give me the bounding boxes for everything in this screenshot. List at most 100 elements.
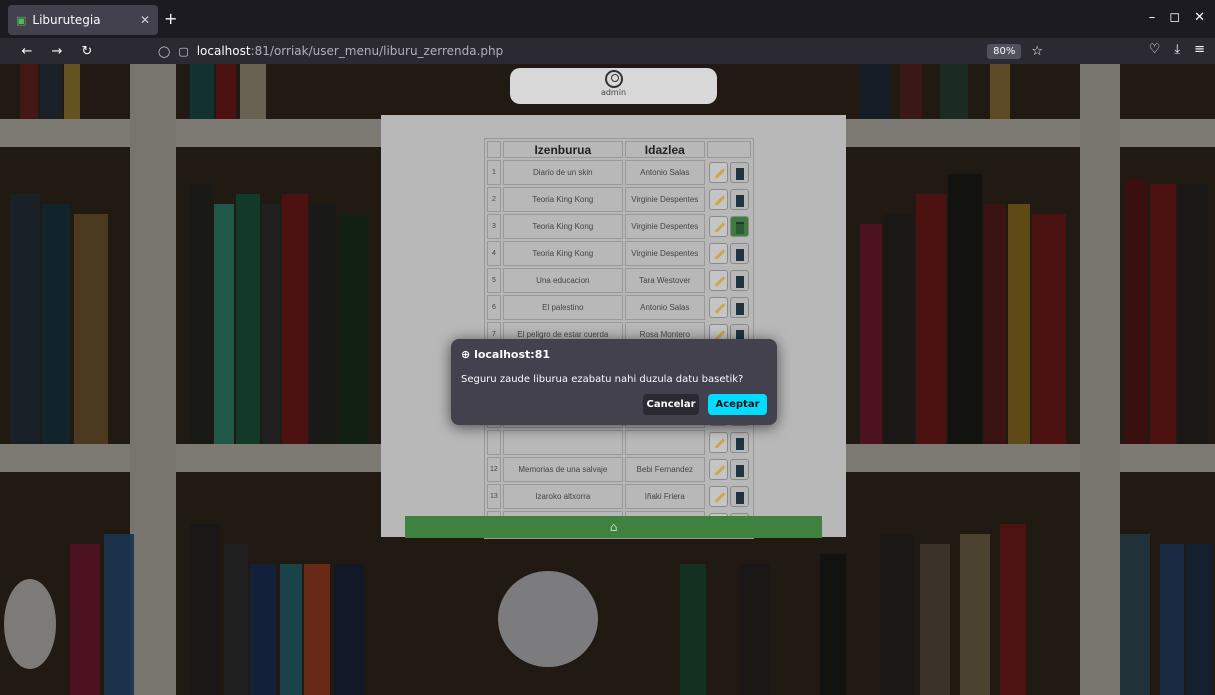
edit-pencil-icon[interactable] — [708, 270, 728, 291]
tab-title: Liburutegia — [32, 13, 101, 27]
reload-icon[interactable]: ↻ — [76, 44, 98, 59]
row-actions — [707, 187, 751, 212]
delete-trash-icon[interactable] — [729, 486, 749, 507]
delete-trash-icon[interactable] — [729, 432, 749, 453]
table-row: 2 Teoria King Kong Virginie Despentes — [487, 187, 751, 212]
delete-trash-icon[interactable] — [729, 162, 749, 183]
row-actions — [707, 295, 751, 320]
home-button[interactable]: ⌂ — [405, 516, 822, 538]
zoom-badge[interactable]: 80% — [987, 43, 1022, 59]
row-actions — [707, 160, 751, 185]
edit-pencil-icon[interactable] — [708, 459, 728, 480]
book-title: Teoria King Kong — [502, 241, 623, 266]
book-author: Iñaki Friera — [624, 484, 705, 509]
header-author: Idazlea — [624, 141, 705, 158]
book-list-panel: Izenburua Idazlea 1 Diario de un skin An… — [381, 115, 846, 539]
row-number: 12 — [487, 457, 501, 482]
delete-trash-icon[interactable] — [729, 297, 749, 318]
table-row: 4 Teoria King Kong Virginie Despentes — [487, 241, 751, 266]
shield-icon[interactable]: ◯ — [158, 45, 170, 58]
home-icon: ⌂ — [609, 520, 618, 534]
book-title: Memorias de una salvaje — [502, 457, 623, 482]
edit-pencil-icon[interactable] — [708, 432, 728, 453]
edit-pencil-icon[interactable] — [708, 486, 728, 507]
book-title: El palestino — [502, 295, 623, 320]
row-actions — [707, 484, 751, 509]
minimize-icon[interactable]: – — [1149, 10, 1156, 25]
row-actions — [707, 268, 751, 293]
url-bar[interactable]: ◯ ▢ localhost:81/orriak/user_menu/liburu… — [148, 40, 1053, 62]
edit-pencil-icon[interactable] — [708, 162, 728, 183]
delete-trash-icon[interactable] — [729, 243, 749, 264]
edit-pencil-icon[interactable] — [708, 297, 728, 318]
book-author: Virginie Despentes — [624, 214, 705, 239]
book-author: Antonio Salas — [624, 160, 705, 185]
forward-icon[interactable]: → — [46, 44, 68, 59]
delete-trash-icon[interactable] — [729, 270, 749, 291]
user-name: admin — [600, 88, 627, 97]
dialog-origin: ⊕ localhost:81 — [461, 348, 551, 361]
book-title: Una educacion — [502, 268, 623, 293]
book-title: Teoria King Kong — [502, 214, 623, 239]
row-number: 13 — [487, 484, 501, 509]
dialog-message: Seguru zaude liburua ezabatu nahi duzula… — [461, 374, 744, 385]
table-row: 3 Teoria King Kong Virginie Despentes — [487, 214, 751, 239]
table-header-row: Izenburua Idazlea — [487, 141, 751, 158]
book-author: Tara Westover — [624, 268, 705, 293]
globe-icon: ⊕ — [461, 348, 471, 361]
page-icon: ▢ — [178, 44, 189, 58]
back-icon[interactable]: ← — [16, 44, 38, 59]
header-num — [487, 141, 501, 158]
row-number: 6 — [487, 295, 501, 320]
navigation-bar: ← → ↻ ◯ ▢ localhost:81/orriak/user_menu/… — [0, 38, 1215, 64]
accept-button[interactable]: Aceptar — [708, 394, 767, 415]
tab-bar: ▣ Liburutegia ✕ + – ◻ ✕ — [0, 0, 1215, 38]
table-row: 1 Diario de un skin Antonio Salas — [487, 160, 751, 185]
bookmark-star-icon[interactable]: ☆ — [1031, 44, 1043, 59]
book-icon: ▣ — [16, 13, 27, 27]
book-title: Izaroko altxorra — [502, 484, 623, 509]
row-number: 3 — [487, 214, 501, 239]
pocket-icon[interactable]: ♡ — [1149, 42, 1161, 57]
new-tab-button[interactable]: + — [164, 9, 177, 28]
delete-trash-icon[interactable] — [729, 189, 749, 210]
delete-trash-icon[interactable] — [729, 216, 749, 237]
user-badge[interactable]: admin — [510, 68, 717, 104]
row-number: 4 — [487, 241, 501, 266]
cancel-button[interactable]: Cancelar — [643, 394, 699, 415]
user-avatar-icon — [604, 70, 623, 88]
row-actions — [707, 241, 751, 266]
close-window-icon[interactable]: ✕ — [1194, 10, 1205, 25]
book-author: Antonio Salas — [624, 295, 705, 320]
confirm-dialog: ⊕ localhost:81 Seguru zaude liburua ezab… — [451, 339, 777, 425]
row-number: 2 — [487, 187, 501, 212]
book-title: Teoria King Kong — [502, 187, 623, 212]
tab-liburutegia[interactable]: ▣ Liburutegia ✕ — [8, 5, 158, 35]
menu-icon[interactable]: ≡ — [1194, 42, 1205, 57]
row-actions — [707, 457, 751, 482]
edit-pencil-icon[interactable] — [708, 189, 728, 210]
close-tab-icon[interactable]: ✕ — [140, 13, 150, 27]
table-row-hidden-behind-dialog — [487, 430, 751, 455]
book-title: Diario de un skin — [502, 160, 623, 185]
toolbar-buttons: ♡ ⤓ ≡ — [1149, 42, 1205, 57]
url-text[interactable]: localhost:81/orriak/user_menu/liburu_zer… — [197, 44, 987, 58]
header-title: Izenburua — [502, 141, 623, 158]
row-number: 5 — [487, 268, 501, 293]
maximize-icon[interactable]: ◻ — [1169, 10, 1180, 25]
table-row: 6 El palestino Antonio Salas — [487, 295, 751, 320]
edit-pencil-icon[interactable] — [708, 216, 728, 237]
header-actions — [706, 141, 751, 158]
edit-pencil-icon[interactable] — [708, 243, 728, 264]
downloads-icon[interactable]: ⤓ — [1174, 42, 1180, 57]
table-row: 5 Una educacion Tara Westover — [487, 268, 751, 293]
row-actions — [707, 214, 751, 239]
table-row: 12 Memorias de una salvaje Bebi Fernande… — [487, 457, 751, 482]
book-author: Bebi Fernandez — [624, 457, 705, 482]
page-viewport: admin Izenburua Idazlea 1 Diario de un s… — [0, 64, 1215, 695]
delete-trash-icon[interactable] — [729, 459, 749, 480]
table-row: 13 Izaroko altxorra Iñaki Friera — [487, 484, 751, 509]
book-author: Virginie Despentes — [624, 187, 705, 212]
window-controls: – ◻ ✕ — [1149, 10, 1205, 25]
row-number: 1 — [487, 160, 501, 185]
